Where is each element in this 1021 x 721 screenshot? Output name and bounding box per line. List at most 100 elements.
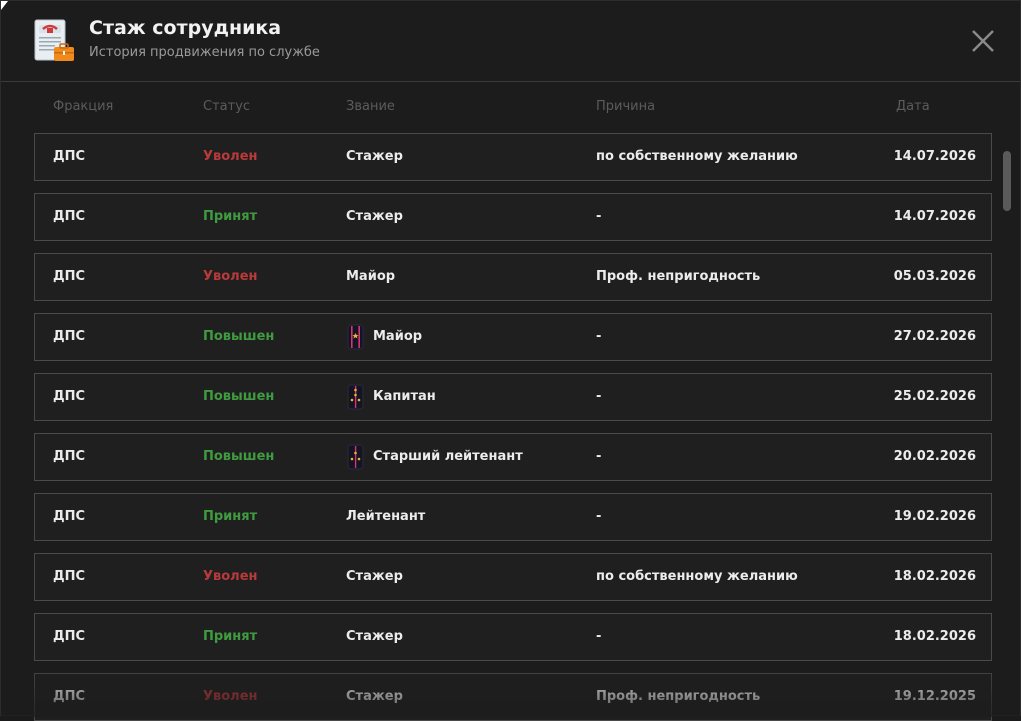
- faction-cell-text: ДПС: [53, 389, 85, 404]
- rank-cell-text: Стажер: [346, 569, 403, 584]
- date-cell-text: 18.02.2026: [893, 629, 976, 644]
- date-cell: 05.03.2026: [894, 254, 976, 300]
- date-cell: 19.02.2026: [894, 494, 976, 540]
- date-cell-text: 20.02.2026: [893, 449, 976, 464]
- date-cell: 18.02.2026: [894, 614, 976, 660]
- faction-cell: ДПС: [53, 614, 85, 660]
- reason-cell-text: Проф. непригодность: [596, 689, 761, 704]
- date-cell-text: 18.02.2026: [893, 569, 976, 584]
- table-row: ДПС Повышен Майор - 27.02.2026: [34, 313, 992, 361]
- reason-cell: -: [596, 434, 601, 480]
- status-cell: Принят: [203, 614, 257, 660]
- reason-cell: -: [596, 314, 601, 360]
- reason-cell: по собственному желанию: [596, 134, 798, 180]
- status-cell: Уволен: [203, 674, 258, 720]
- faction-cell-text: ДПС: [53, 149, 85, 164]
- status-cell-text: Уволен: [203, 269, 258, 284]
- rank-cell: Старший лейтенант: [346, 434, 523, 480]
- table-row: ДПС Уволен Стажер по собственному желанию 18…: [34, 553, 992, 601]
- rank-cell: Стажер: [346, 134, 403, 180]
- major-epaulette-icon: [346, 324, 365, 350]
- date-cell-text: 14.07.2026: [893, 149, 976, 164]
- status-cell: Повышен: [203, 434, 274, 480]
- reason-cell-text: -: [596, 509, 602, 524]
- faction-cell-text: ДПС: [53, 569, 85, 584]
- reason-cell-text: по собственному желанию: [596, 149, 798, 164]
- date-cell: 18.02.2026: [894, 554, 976, 600]
- scrollbar-thumb[interactable]: [1003, 151, 1011, 211]
- status-cell-text: Повышен: [203, 449, 275, 464]
- reason-cell: Проф. непригодность: [596, 674, 760, 720]
- table-row: ДПС Принят Лейтенант - 19.02.2026: [34, 493, 992, 541]
- date-cell-text: 05.03.2026: [893, 269, 976, 284]
- reason-cell-text: -: [596, 629, 602, 644]
- status-cell: Уволен: [203, 134, 258, 180]
- rank-cell: Лейтенант: [346, 494, 425, 540]
- column-header-rank: Звание: [346, 99, 395, 114]
- faction-cell-text: ДПС: [53, 509, 85, 524]
- status-cell: Принят: [203, 494, 257, 540]
- faction-cell-text: ДПС: [53, 209, 85, 224]
- reason-cell-text: -: [596, 449, 602, 464]
- status-cell-text: Уволен: [203, 689, 258, 704]
- reason-cell: по собственному желанию: [596, 554, 798, 600]
- faction-cell: ДПС: [53, 554, 85, 600]
- table-row: ДПС Повышен Старший лейтенант - 20.02.2026: [34, 433, 992, 481]
- table-row: ДПС Принят Стажер - 14.07.2026: [34, 193, 992, 241]
- close-icon: [972, 30, 994, 52]
- column-header-reason: Причина: [596, 99, 656, 114]
- table-row: ДПС Уволен Стажер по собственному желанию 14…: [34, 133, 992, 181]
- faction-cell: ДПС: [53, 314, 85, 360]
- column-header-faction: Фракция: [53, 99, 114, 114]
- senior-lieutenant-epaulette-icon: [346, 444, 365, 470]
- rank-cell: Стажер: [346, 614, 403, 660]
- status-cell: Повышен: [203, 314, 274, 360]
- rank-cell-text: Стажер: [346, 689, 403, 704]
- status-cell-text: Повышен: [203, 389, 275, 404]
- column-header-status: Статус: [203, 99, 251, 114]
- status-cell-text: Принят: [203, 629, 258, 644]
- faction-cell: ДПС: [53, 434, 85, 480]
- rank-cell: Стажер: [346, 674, 403, 720]
- status-cell-text: Уволен: [203, 569, 258, 584]
- rank-cell-text: Капитан: [373, 389, 436, 404]
- reason-cell: -: [596, 494, 601, 540]
- rank-cell-text: Стажер: [346, 629, 403, 644]
- table-row: ДПС Уволен Стажер Проф. непригодность 19.12.…: [34, 673, 992, 721]
- status-cell-text: Принят: [203, 509, 258, 524]
- date-cell: 19.12.2025: [894, 674, 976, 720]
- faction-cell: ДПС: [53, 254, 85, 300]
- date-cell-text: 19.02.2026: [893, 509, 976, 524]
- date-cell: 14.07.2026: [894, 194, 976, 240]
- faction-cell: ДПС: [53, 674, 85, 720]
- document-briefcase-icon: [33, 19, 77, 63]
- page-title: Стаж сотрудника: [89, 17, 282, 39]
- rank-cell-text: Майор: [346, 269, 396, 284]
- faction-cell: ДПС: [53, 374, 85, 420]
- status-cell-text: Повышен: [203, 329, 275, 344]
- column-header-date: Дата: [896, 99, 930, 114]
- rank-cell-text: Стажер: [346, 209, 403, 224]
- faction-cell-text: ДПС: [53, 449, 85, 464]
- rank-cell: Майор: [346, 254, 395, 300]
- reason-cell: -: [596, 194, 601, 240]
- table-row: ДПС Повышен Капитан - 25.02.2026: [34, 373, 992, 421]
- rank-cell: Майор: [346, 314, 422, 360]
- reason-cell-text: по собственному желанию: [596, 569, 798, 584]
- date-cell-text: 14.07.2026: [893, 209, 976, 224]
- status-cell: Уволен: [203, 554, 258, 600]
- faction-cell: ДПС: [53, 494, 85, 540]
- rank-cell-text: Майор: [373, 329, 423, 344]
- reason-cell-text: -: [596, 389, 602, 404]
- table-row: ДПС Уволен Майор Проф. непригодность 05.03.2…: [34, 253, 992, 301]
- reason-cell-text: Проф. непригодность: [596, 269, 761, 284]
- close-button[interactable]: [967, 25, 999, 57]
- faction-cell-text: ДПС: [53, 629, 85, 644]
- date-cell-text: 27.02.2026: [893, 329, 976, 344]
- reason-cell-text: -: [596, 209, 602, 224]
- faction-cell-text: ДПС: [53, 689, 85, 704]
- status-cell: Принят: [203, 194, 257, 240]
- date-cell-text: 19.12.2025: [893, 689, 976, 704]
- date-cell-text: 25.02.2026: [893, 389, 976, 404]
- faction-cell: ДПС: [53, 134, 85, 180]
